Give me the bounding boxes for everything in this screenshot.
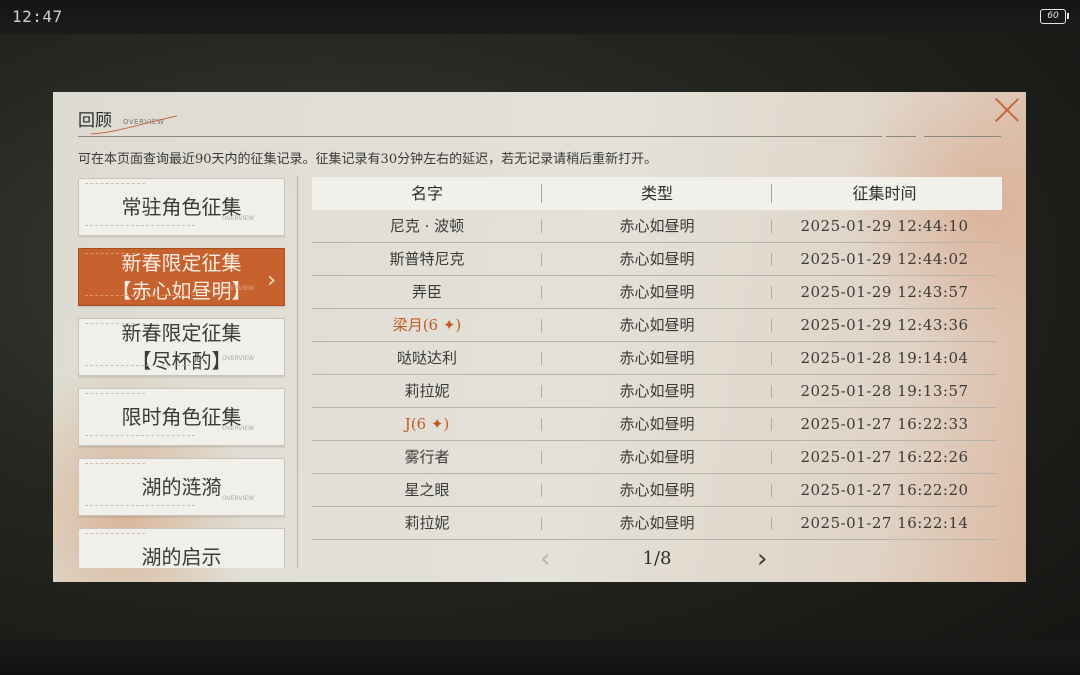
- table-row: 弄臣 赤心如昼明 2025-01-29 12:43:57: [312, 276, 997, 309]
- records-table: 名字 类型 征集时间 尼克 · 波顿 赤心如昼明 2025-01-29 12:44:…: [312, 177, 1002, 540]
- cell-time: 2025-01-29 12:44:10: [800, 217, 969, 235]
- table-row: 莉拉妮 赤心如昼明 2025-01-27 16:22:14: [312, 507, 997, 540]
- chevron-right-icon: ›: [267, 268, 276, 293]
- page-indicator: 1/8: [642, 548, 672, 569]
- cell-type: 赤心如昼明: [542, 309, 772, 341]
- card-overview-tag: OVERVIEW: [222, 285, 254, 292]
- cell-type: 赤心如昼明: [542, 243, 772, 275]
- cell-name: 莉拉妮: [312, 375, 542, 407]
- category-label: 湖的涟漪: [141, 475, 222, 499]
- chevron-left-icon[interactable]: ‹: [540, 544, 550, 574]
- bottom-bar: [0, 640, 1080, 675]
- table-row: 雾行者 赤心如昼明 2025-01-27 16:22:26: [312, 441, 997, 474]
- card-overview-tag: OVERVIEW: [222, 355, 254, 362]
- cell-type: 赤心如昼明: [542, 342, 772, 374]
- card-decoration: [85, 323, 145, 325]
- cell-name: J(6 ✦): [312, 408, 542, 440]
- cell-time: 2025-01-29 12:43:57: [800, 283, 969, 301]
- table-row: 莉拉妮 赤心如昼明 2025-01-28 19:13:57: [312, 375, 997, 408]
- cell-name: 雾行者: [312, 441, 542, 473]
- pagination: ‹ 1/8 ›: [312, 542, 1002, 576]
- title-divider-short: [886, 136, 916, 137]
- card-decoration: [85, 463, 145, 465]
- card-overview-tag: OVERVIEW: [222, 425, 254, 432]
- header-time: 征集时间: [852, 184, 917, 203]
- cell-type: 赤心如昼明: [542, 507, 772, 539]
- sidebar-divider: [297, 176, 298, 568]
- card-decoration: [85, 505, 195, 507]
- table-header: 名字 类型 征集时间: [312, 177, 1002, 210]
- cell-name: 斯普特尼克: [312, 243, 542, 275]
- title-flourish-icon: [90, 115, 178, 135]
- table-row: 斯普特尼克 赤心如昼明 2025-01-29 12:44:02: [312, 243, 997, 276]
- table-row: 星之眼 赤心如昼明 2025-01-27 16:22:20: [312, 474, 997, 507]
- card-decoration: [85, 225, 195, 227]
- battery-icon: 60: [1040, 9, 1069, 24]
- cell-name: 莉拉妮: [312, 507, 542, 539]
- panel-description: 可在本页面查询最近90天内的征集记录。征集记录有30分钟左右的延迟，若无记录请稍…: [78, 152, 658, 167]
- status-bar: 12:47 60: [0, 0, 1080, 34]
- category-new-year-chixin[interactable]: 新春限定征集 【赤心如昼明】 › OVERVIEW: [78, 248, 285, 306]
- title-divider: [78, 136, 882, 137]
- cell-time: 2025-01-27 16:22:14: [800, 514, 969, 532]
- close-button[interactable]: [992, 94, 1022, 124]
- cell-name: 弄臣: [312, 276, 542, 308]
- category-limited-character[interactable]: 限时角色征集 OVERVIEW: [78, 388, 285, 446]
- cell-name: 尼克 · 波顿: [312, 210, 542, 242]
- chevron-right-icon[interactable]: ›: [757, 544, 767, 574]
- table-row: 尼克 · 波顿 赤心如昼明 2025-01-29 12:44:10: [312, 210, 997, 243]
- table-row: J(6 ✦) 赤心如昼明 2025-01-27 16:22:33: [312, 408, 997, 441]
- category-sidebar: 常驻角色征集 OVERVIEW 新春限定征集 【赤心如昼明】 › OVERVIE…: [78, 178, 285, 568]
- status-clock: 12:47: [12, 7, 63, 26]
- category-label: 湖的启示: [141, 545, 222, 568]
- cell-time: 2025-01-29 12:44:02: [800, 250, 969, 268]
- cell-name: 梁月(6 ✦): [312, 309, 542, 341]
- category-new-year-jinbei[interactable]: 新春限定征集 【尽杯酌】 OVERVIEW: [78, 318, 285, 376]
- card-decoration: [85, 183, 145, 185]
- cell-time: 2025-01-28 19:13:57: [800, 382, 969, 400]
- category-standard[interactable]: 常驻角色征集 OVERVIEW: [78, 178, 285, 236]
- card-decoration: [85, 533, 145, 535]
- overview-panel: 回顾 OVERVIEW 可在本页面查询最近90天内的征集记录。征集记录有30分钟…: [53, 92, 1026, 582]
- title-divider-end: [924, 136, 1001, 137]
- cell-name: 星之眼: [312, 474, 542, 506]
- cell-time: 2025-01-28 19:14:04: [800, 349, 969, 367]
- cell-type: 赤心如昼明: [542, 375, 772, 407]
- card-decoration: [85, 253, 145, 255]
- card-decoration: [85, 365, 195, 367]
- cell-type: 赤心如昼明: [542, 474, 772, 506]
- table-row: 哒哒达利 赤心如昼明 2025-01-28 19:14:04: [312, 342, 997, 375]
- cell-type: 赤心如昼明: [542, 441, 772, 473]
- cell-type: 赤心如昼明: [542, 408, 772, 440]
- category-lake-revelation[interactable]: 湖的启示: [78, 528, 285, 568]
- table-row: 梁月(6 ✦) 赤心如昼明 2025-01-29 12:43:36: [312, 309, 997, 342]
- category-lake-ripples[interactable]: 湖的涟漪 OVERVIEW: [78, 458, 285, 516]
- card-overview-tag: OVERVIEW: [222, 495, 254, 502]
- card-overview-tag: OVERVIEW: [222, 215, 254, 222]
- cell-name: 哒哒达利: [312, 342, 542, 374]
- cell-time: 2025-01-27 16:22:33: [800, 415, 969, 433]
- table-body: 尼克 · 波顿 赤心如昼明 2025-01-29 12:44:10 斯普特尼克 赤心如昼…: [312, 210, 1002, 540]
- cell-time: 2025-01-27 16:22:26: [800, 448, 969, 466]
- header-type: 类型: [542, 177, 772, 210]
- card-decoration: [85, 393, 145, 395]
- cell-type: 赤心如昼明: [542, 210, 772, 242]
- cell-type: 赤心如昼明: [542, 276, 772, 308]
- cell-time: 2025-01-27 16:22:20: [800, 481, 969, 499]
- card-decoration: [85, 435, 195, 437]
- cell-time: 2025-01-29 12:43:36: [800, 316, 969, 334]
- card-decoration: [85, 295, 195, 297]
- header-name: 名字: [312, 177, 542, 210]
